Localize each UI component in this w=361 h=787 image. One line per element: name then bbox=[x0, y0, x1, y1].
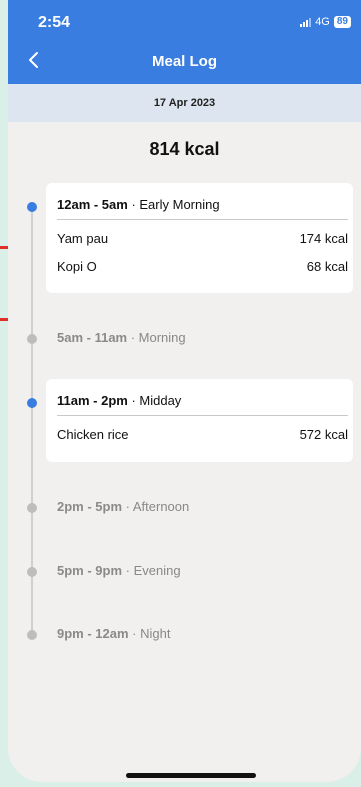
slot-name: Afternoon bbox=[132, 499, 190, 514]
slot-range: 5pm - 9pm bbox=[57, 563, 123, 578]
timeline-dot bbox=[27, 334, 37, 344]
slot-range: 12am - 5am bbox=[57, 197, 128, 212]
network-label: 4G bbox=[315, 16, 330, 28]
slot-name: Early Morning bbox=[139, 197, 220, 212]
timeline-dot bbox=[27, 630, 37, 640]
divider bbox=[57, 219, 348, 220]
slot-header: 11am - 2pm · Midday bbox=[57, 393, 182, 408]
slot-range: 9pm - 12am bbox=[57, 626, 129, 641]
slot-morning[interactable]: 5am - 11am · Morning bbox=[57, 330, 186, 345]
page-title: Meal Log bbox=[151, 53, 217, 70]
home-indicator[interactable] bbox=[126, 773, 256, 778]
date-selector[interactable]: 17 Apr 2023 bbox=[8, 84, 361, 122]
slot-evening[interactable]: 5pm - 9pm · Evening bbox=[57, 563, 181, 578]
timeline-dot bbox=[27, 202, 37, 212]
meal-item-name: Chicken rice bbox=[57, 427, 129, 442]
status-indicators: 4G 89 bbox=[300, 16, 351, 28]
meal-card-early-morning[interactable]: 12am - 5am · Early Morning Yam pau 174 k… bbox=[46, 183, 353, 293]
timeline-dot bbox=[27, 398, 37, 408]
timeline-dot bbox=[27, 503, 37, 513]
total-calories: 814 kcal bbox=[149, 139, 220, 159]
meal-item[interactable]: Chicken rice 572 kcal bbox=[57, 427, 348, 442]
app-header: 2:54 4G 89 Meal Log bbox=[8, 0, 361, 84]
slot-afternoon[interactable]: 2pm - 5pm · Afternoon bbox=[57, 499, 189, 514]
meal-item-kcal: 174 kcal bbox=[299, 231, 348, 246]
meal-item-name: Yam pau bbox=[57, 231, 109, 246]
slot-name: Midday bbox=[139, 393, 182, 408]
slot-name: Morning bbox=[138, 330, 186, 345]
meal-item-kcal: 572 kcal bbox=[299, 427, 348, 442]
slot-range: 2pm - 5pm bbox=[57, 499, 123, 514]
divider bbox=[57, 415, 348, 416]
meal-item[interactable]: Kopi O 68 kcal bbox=[57, 259, 348, 274]
slot-night[interactable]: 9pm - 12am · Night bbox=[57, 626, 170, 641]
battery-icon: 89 bbox=[333, 16, 351, 28]
timeline-dot bbox=[27, 567, 37, 577]
meal-item-name: Kopi O bbox=[57, 259, 97, 274]
slot-name: Night bbox=[140, 626, 171, 641]
meal-item[interactable]: Yam pau 174 kcal bbox=[57, 231, 348, 246]
slot-header: 12am - 5am · Early Morning bbox=[57, 197, 220, 212]
slot-range: 11am - 2pm bbox=[57, 393, 128, 408]
slot-name: Evening bbox=[133, 563, 181, 578]
signal-icon bbox=[300, 17, 312, 27]
meal-card-midday[interactable]: 11am - 2pm · Midday Chicken rice 572 kca… bbox=[46, 379, 353, 462]
meal-item-kcal: 68 kcal bbox=[306, 259, 348, 274]
status-time: 2:54 bbox=[38, 14, 71, 31]
phone-screen: 2:54 4G 89 Meal Log 17 Apr 2023 814 kcal… bbox=[8, 0, 361, 782]
slot-range: 5am - 11am bbox=[57, 330, 128, 345]
